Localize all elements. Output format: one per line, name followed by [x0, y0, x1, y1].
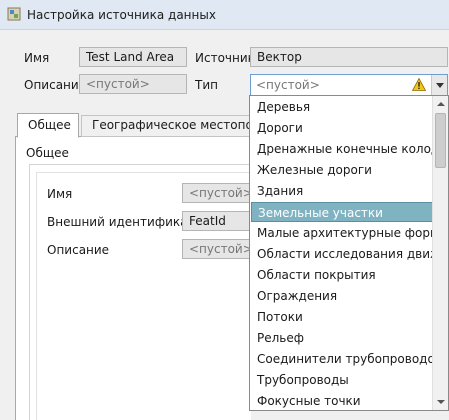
external-id-field[interactable]: FeatId: [182, 211, 251, 231]
dropdown-option[interactable]: Железные дороги: [251, 160, 433, 180]
dropdown-option[interactable]: Здания: [251, 181, 433, 201]
general-description-label: Описание: [47, 243, 110, 257]
chevron-down-icon: [436, 83, 444, 88]
scroll-up-button[interactable]: [433, 96, 448, 112]
tab-geolocation[interactable]: Географическое местоположение: [81, 115, 265, 137]
type-combobox-value: <пустой>: [256, 78, 320, 92]
dropdown-option[interactable]: Трубопроводы: [251, 370, 433, 390]
dropdown-option[interactable]: Дренажные конечные колодцы: [251, 139, 433, 159]
scrollbar-thumb[interactable]: [435, 113, 446, 168]
chevron-up-icon: [437, 102, 445, 106]
type-combobox-button[interactable]: [431, 75, 447, 95]
data-source-icon: [7, 7, 21, 21]
dropdown-option[interactable]: Ограждения: [251, 286, 433, 306]
general-description-field[interactable]: <пустой>: [182, 239, 251, 259]
dropdown-option[interactable]: Земельные участки: [251, 202, 433, 222]
tab-bar: Общее Географическое местоположение: [15, 113, 265, 138]
tab-general[interactable]: Общее: [17, 113, 79, 138]
dropdown-option[interactable]: Малые архитектурные формы: [251, 223, 433, 243]
dropdown-option[interactable]: Деревья: [251, 97, 433, 117]
general-inner-frame: [36, 172, 251, 420]
window-title: Настройка источника данных: [27, 8, 216, 22]
name-field[interactable]: Test Land Area: [79, 47, 187, 67]
dropdown-option[interactable]: Области исследования движения: [251, 244, 433, 264]
dropdown-option[interactable]: Дороги: [251, 118, 433, 138]
description-label: Описание: [24, 78, 87, 92]
dropdown-scrollbar[interactable]: [432, 96, 448, 410]
warning-icon: [412, 78, 426, 91]
general-name-label: Имя: [47, 187, 73, 201]
dropdown-option[interactable]: Соединители трубопроводов: [251, 349, 433, 369]
dropdown-option[interactable]: Рельеф: [251, 328, 433, 348]
name-label: Имя: [24, 51, 50, 65]
type-dropdown-list[interactable]: ДеревьяДорогиДренажные конечные колодцыЖ…: [249, 95, 449, 411]
dropdown-option[interactable]: Фокусные точки: [251, 391, 433, 411]
scroll-down-button[interactable]: [433, 394, 448, 410]
title-bar: Настройка источника данных: [0, 0, 449, 30]
general-group-title: Общее: [26, 146, 69, 160]
type-combobox[interactable]: <пустой>: [250, 74, 448, 96]
chevron-down-icon: [437, 400, 445, 404]
dropdown-option[interactable]: Области покрытия: [251, 265, 433, 285]
type-label: Тип: [195, 78, 218, 92]
source-field[interactable]: Вектор: [250, 47, 448, 67]
dropdown-option[interactable]: Потоки: [251, 307, 433, 327]
source-label: Источник: [195, 51, 255, 65]
description-field[interactable]: <пустой>: [79, 74, 187, 94]
general-name-field[interactable]: <пустой>: [182, 183, 251, 203]
